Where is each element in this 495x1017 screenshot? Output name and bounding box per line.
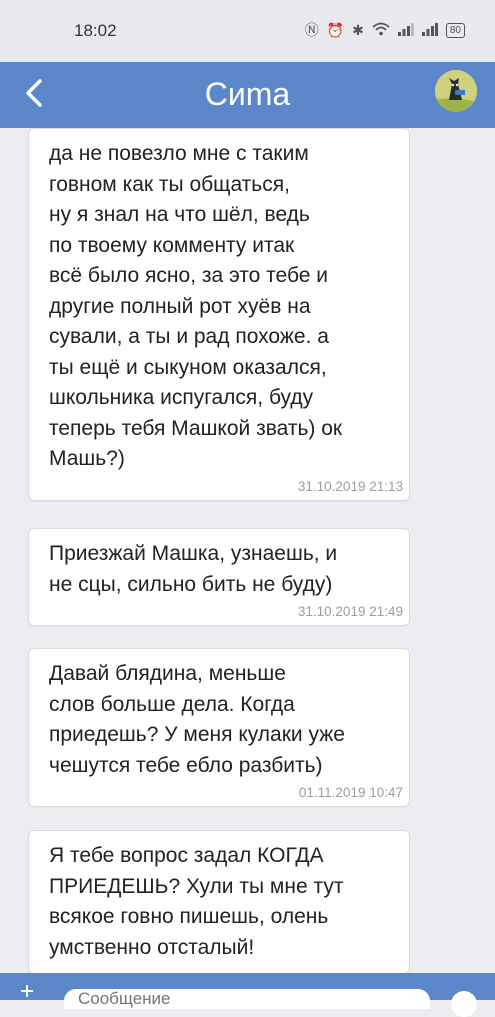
chat-header: Сиmа xyxy=(0,62,495,128)
message-text: да не повезло мне с таким говном как ты … xyxy=(49,142,343,470)
message-bubble: Приезжай Машка, узнаешь, и не сцы, сильн… xyxy=(28,528,410,626)
message-list[interactable]: да не повезло мне с таким говном как ты … xyxy=(0,128,495,973)
status-icons: Ⓝ ⏰ ✱ 80 xyxy=(305,20,465,40)
avatar[interactable] xyxy=(435,70,477,112)
bluetooth-icon: ✱ xyxy=(352,21,364,38)
signal-icon xyxy=(397,22,414,39)
message-bubble: Давай блядина, меньше слов больше дела. … xyxy=(28,648,410,807)
signal-icon-2 xyxy=(421,22,438,39)
message-input[interactable] xyxy=(64,989,430,1009)
message-timestamp: 31.10.2019 21:13 xyxy=(297,478,403,494)
cat-avatar-icon xyxy=(435,70,477,112)
message-text: Приезжай Машка, узнаешь, и не сцы, сильн… xyxy=(49,542,338,596)
message-text: Я тебе вопрос задал КОГДА ПРИЕДЕШЬ? Хули… xyxy=(49,844,344,959)
attach-button[interactable] xyxy=(20,981,34,1001)
message-timestamp: 01.11.2019 10:47 xyxy=(298,785,403,800)
alarm-icon: ⏰ xyxy=(326,21,345,38)
composer-bar xyxy=(0,973,495,1017)
nfc-icon: Ⓝ xyxy=(304,22,319,38)
send-button[interactable] xyxy=(451,991,477,1017)
message-text: Давай блядина, меньше слов больше дела. … xyxy=(49,662,345,777)
status-time: 18:02 xyxy=(74,21,117,40)
wifi-icon xyxy=(372,22,390,39)
battery-icon: 80 xyxy=(445,22,465,38)
status-bar: 18:02 Ⓝ ⏰ ✱ 80 xyxy=(0,0,495,62)
plus-icon xyxy=(21,985,33,997)
message-bubble: да не повезло мне с таким говном как ты … xyxy=(28,128,410,501)
chat-title: Сиmа xyxy=(204,76,291,112)
message-timestamp: 31.10.2019 21:49 xyxy=(297,604,403,619)
message-bubble: Я тебе вопрос задал КОГДА ПРИЕДЕШЬ? Хули… xyxy=(28,830,410,973)
